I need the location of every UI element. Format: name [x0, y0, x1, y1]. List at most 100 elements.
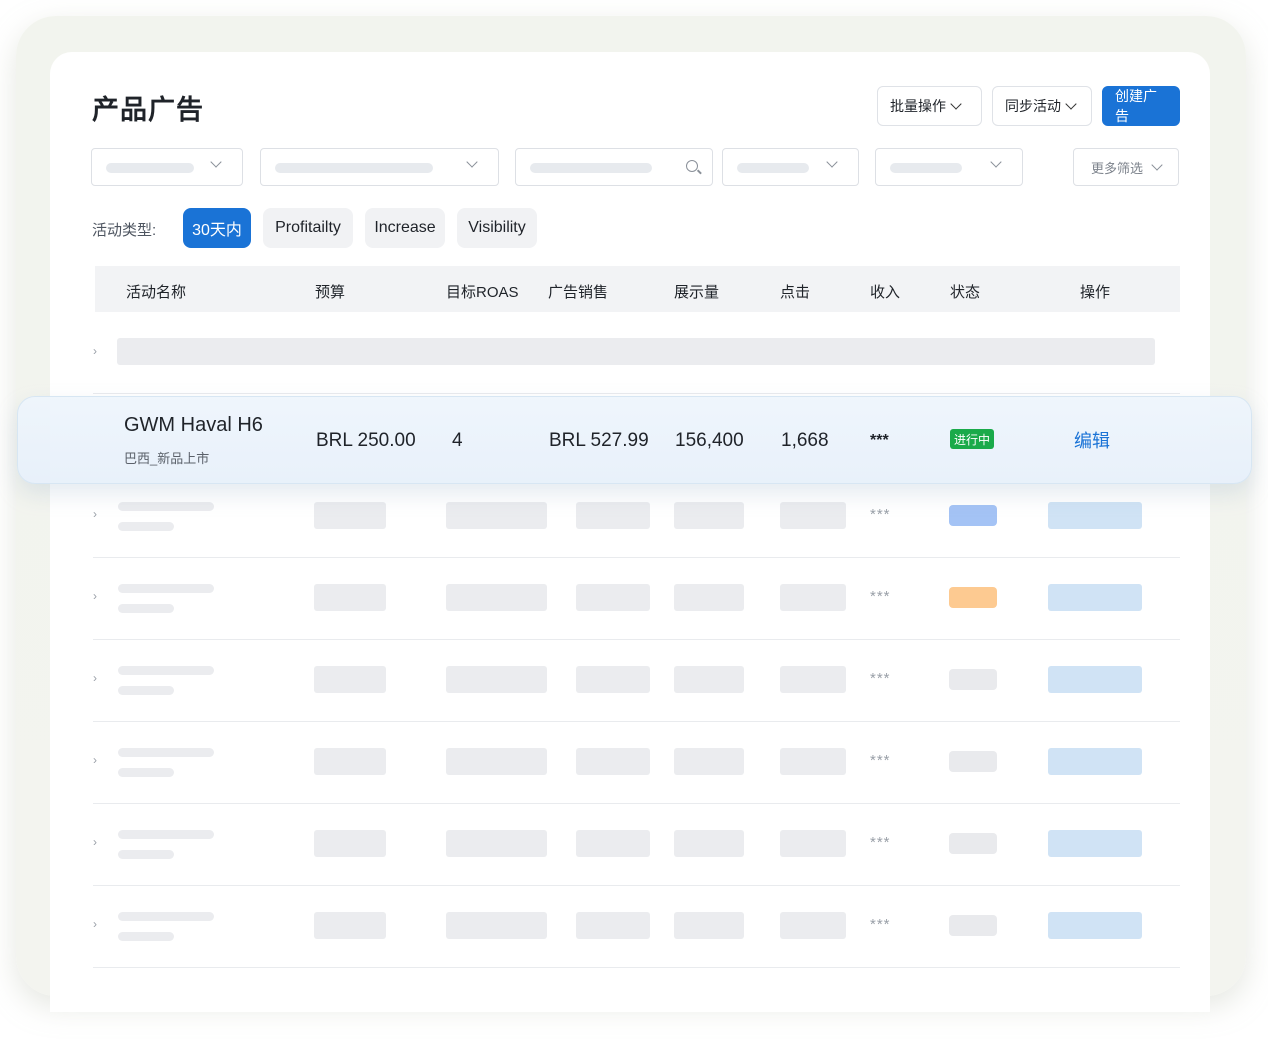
col-header-ad-sales: 广告销售 — [548, 284, 609, 301]
skeleton-clicks-bar — [780, 748, 846, 775]
filter-select-3[interactable] — [722, 148, 859, 186]
search-input[interactable] — [515, 148, 713, 186]
skeleton-action-bar[interactable] — [1048, 502, 1142, 529]
sync-label: 同步活动 — [1005, 98, 1061, 114]
skeleton-roas-bar — [446, 502, 547, 529]
skeleton-sales-bar — [576, 912, 650, 939]
revenue-masked: *** — [870, 588, 891, 605]
bulk-ops-dropdown[interactable]: 批量操作 — [877, 86, 982, 126]
placeholder-bar — [737, 163, 809, 173]
chevron-down-icon — [1151, 159, 1163, 171]
skeleton-budget-bar — [314, 830, 386, 857]
skeleton-name-bar — [118, 830, 214, 839]
expand-row-icon[interactable]: › — [93, 671, 97, 685]
skeleton-sub-bar — [118, 604, 174, 613]
placeholder-bar — [106, 163, 194, 173]
cell-target-roas: 4 — [452, 430, 463, 451]
sync-campaign-dropdown[interactable]: 同步活动 — [992, 86, 1092, 126]
search-icon — [686, 160, 698, 172]
col-header-target-roas: 目标ROAS — [446, 284, 519, 301]
type-chip-visibility[interactable]: Visibility — [457, 208, 537, 248]
revenue-masked: *** — [870, 752, 891, 769]
chevron-down-icon — [210, 156, 222, 168]
edit-link[interactable]: 编辑 — [1074, 427, 1110, 453]
skeleton-status-badge — [949, 505, 997, 526]
skeleton-impressions-bar — [674, 830, 744, 857]
skeleton-action-bar[interactable] — [1048, 912, 1142, 939]
skeleton-impressions-bar — [674, 584, 744, 611]
skeleton-clicks-bar — [780, 666, 846, 693]
skeleton-action-bar[interactable] — [1048, 666, 1142, 693]
skeleton-budget-bar — [314, 584, 386, 611]
col-header-name: 活动名称 — [126, 284, 187, 301]
skeleton-action-bar[interactable] — [1048, 830, 1142, 857]
expand-row-icon[interactable]: › — [93, 753, 97, 767]
row-divider — [93, 803, 1180, 804]
skeleton-budget-bar — [314, 502, 386, 529]
cell-budget: BRL 250.00 — [316, 430, 416, 451]
type-chip-30days[interactable]: 30天内 — [183, 208, 251, 248]
chevron-down-icon — [1065, 98, 1077, 110]
skeleton-status-badge — [949, 915, 997, 936]
skeleton-roas-bar — [446, 666, 547, 693]
skeleton-roas-bar — [446, 584, 547, 611]
more-filters-dropdown[interactable]: 更多筛选 — [1073, 148, 1179, 186]
campaign-type-label: 活动类型: — [92, 222, 157, 239]
skeleton-status-badge — [949, 587, 997, 608]
cell-revenue-masked: *** — [870, 432, 889, 449]
skeleton-budget-bar — [314, 912, 386, 939]
col-header-budget: 预算 — [315, 284, 346, 301]
skeleton-name-bar — [118, 502, 214, 511]
skeleton-sales-bar — [576, 502, 650, 529]
skeleton-sales-bar — [576, 748, 650, 775]
chevron-down-icon — [950, 98, 962, 110]
chevron-down-icon — [826, 156, 838, 168]
type-chip-increase[interactable]: Increase — [365, 208, 445, 248]
main-panel — [50, 52, 1210, 1012]
campaign-name[interactable]: GWM Haval H6 — [124, 414, 263, 437]
skeleton-sales-bar — [576, 584, 650, 611]
row-divider — [93, 639, 1180, 640]
expand-row-icon[interactable]: › — [93, 835, 97, 849]
filter-select-1[interactable] — [91, 148, 243, 186]
revenue-masked: *** — [870, 834, 891, 851]
skeleton-roas-bar — [446, 748, 547, 775]
filter-select-4[interactable] — [875, 148, 1023, 186]
table-row-highlighted[interactable]: GWM Haval H6 巴西_新品上市 BRL 250.00 4 BRL 52… — [17, 396, 1252, 484]
row-divider — [93, 393, 1180, 394]
revenue-masked: *** — [870, 916, 891, 933]
skeleton-name-bar — [118, 912, 214, 921]
row-divider — [93, 885, 1180, 886]
filter-select-2[interactable] — [260, 148, 499, 186]
skeleton-sub-bar — [118, 522, 174, 531]
skeleton-clicks-bar — [780, 830, 846, 857]
skeleton-clicks-bar — [780, 502, 846, 529]
skeleton-clicks-bar — [780, 584, 846, 611]
col-header-clicks: 点击 — [780, 284, 811, 301]
col-header-impressions: 展示量 — [674, 284, 720, 301]
expand-row-icon[interactable]: › — [93, 344, 97, 358]
expand-row-icon[interactable]: › — [93, 507, 97, 521]
skeleton-name-bar — [118, 584, 214, 593]
row-divider — [93, 967, 1180, 968]
skeleton-budget-bar — [314, 748, 386, 775]
skeleton-sub-bar — [118, 850, 174, 859]
row-divider — [93, 721, 1180, 722]
type-chip-profitailty[interactable]: Profitailty — [263, 208, 353, 248]
page-title: 产品广告 — [92, 95, 204, 125]
row-divider — [93, 557, 1180, 558]
expand-row-icon[interactable]: › — [93, 589, 97, 603]
chevron-down-icon — [466, 156, 478, 168]
skeleton-sales-bar — [576, 830, 650, 857]
create-ad-button[interactable]: 创建广告 — [1102, 86, 1180, 126]
bulk-ops-label: 批量操作 — [890, 98, 946, 114]
skeleton-action-bar[interactable] — [1048, 584, 1142, 611]
skeleton-impressions-bar — [674, 912, 744, 939]
skeleton-status-badge — [949, 669, 997, 690]
skeleton-action-bar[interactable] — [1048, 748, 1142, 775]
cell-clicks: 1,668 — [781, 430, 829, 451]
skeleton-row-bar — [117, 338, 1155, 365]
skeleton-sub-bar — [118, 686, 174, 695]
placeholder-bar — [890, 163, 962, 173]
expand-row-icon[interactable]: › — [93, 917, 97, 931]
